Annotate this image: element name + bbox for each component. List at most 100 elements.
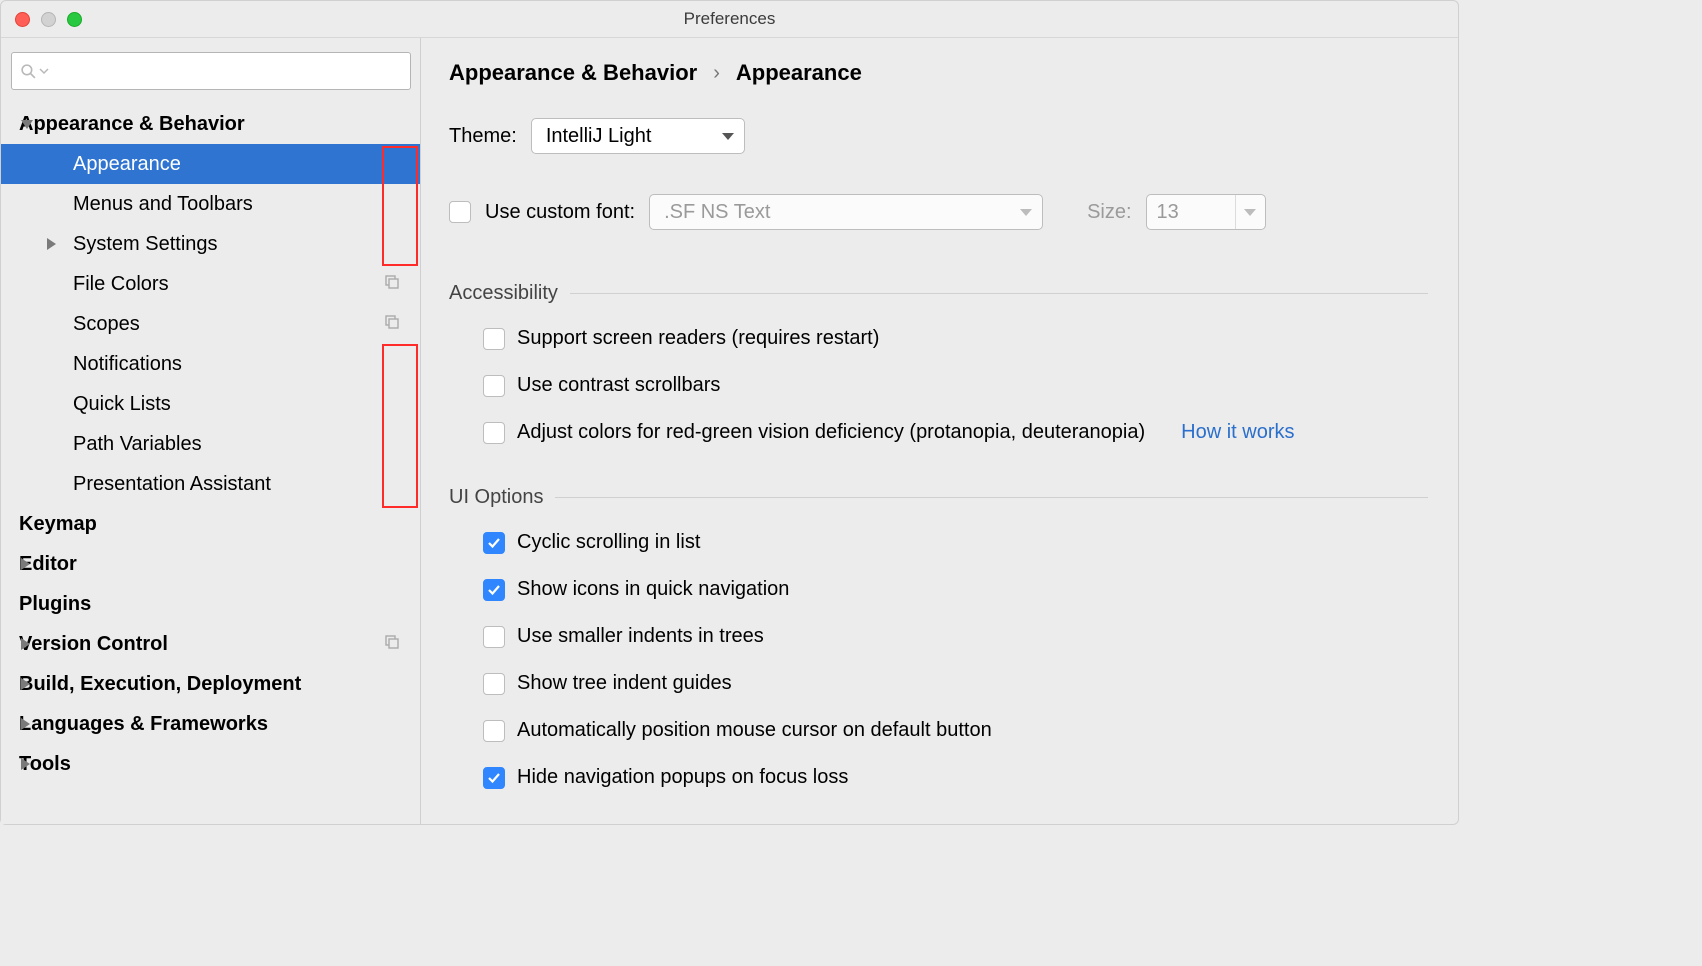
section-rule [570,293,1428,294]
theme-row: Theme: IntelliJ Light [449,118,1428,154]
project-level-icon [384,633,400,656]
checkbox-row: Support screen readers (requires restart… [483,327,1428,350]
project-level-icon [384,273,400,296]
sidebar-item-label: Notifications [73,353,182,376]
sidebar-item-label: Quick Lists [73,393,171,416]
close-window-button[interactable] [15,12,30,27]
checkbox-label: Show tree indent guides [517,672,732,695]
sidebar: Appearance & Behavior Appearance Menus and… [1,38,421,824]
sidebar-item-label: Appearance [73,153,181,176]
zoom-window-button[interactable] [67,12,82,27]
checkbox[interactable] [483,720,505,742]
sidebar-item-appearance[interactable]: Appearance [1,144,420,184]
checkbox-label: Hide navigation popups on focus loss [517,766,848,789]
checkbox-row: Use smaller indents in trees [483,625,1428,648]
sidebar-item-label: Version Control [19,633,168,656]
disclosure-right-icon[interactable] [21,758,30,770]
sidebar-item-label: Plugins [19,593,91,616]
breadcrumb-leaf: Appearance [736,60,862,86]
theme-label: Theme: [449,125,517,148]
minimize-window-button[interactable] [41,12,56,27]
section-title-ui-options: UI Options [449,486,1428,509]
sidebar-item-file-colors[interactable]: File Colors [1,264,420,304]
sidebar-item-label: Build, Execution, Deployment [19,673,301,696]
sidebar-item-quick-lists[interactable]: Quick Lists [1,384,420,424]
chevron-down-icon [722,133,734,140]
sidebar-item-languages-frameworks[interactable]: Languages & Frameworks [1,704,420,744]
section-rule [555,497,1428,498]
sidebar-item-label: File Colors [73,273,169,296]
sidebar-item-build-execution-deployment[interactable]: Build, Execution, Deployment [1,664,420,704]
search-input[interactable] [11,52,411,90]
checkbox-row: Use contrast scrollbars [483,374,1428,397]
breadcrumb-separator: › [713,62,720,85]
breadcrumb: Appearance & Behavior › Appearance [449,60,1428,86]
checkbox-row: Adjust colors for red-green vision defic… [483,421,1428,444]
disclosure-right-icon[interactable] [21,638,30,650]
checkbox-row: Show icons in quick navigation [483,578,1428,601]
disclosure-right-icon[interactable] [47,238,56,250]
checkbox-label: Adjust colors for red-green vision defic… [517,421,1145,444]
accessibility-section: Support screen readers (requires restart… [449,327,1428,444]
checkbox[interactable] [483,767,505,789]
disclosure-right-icon[interactable] [21,718,30,730]
help-link[interactable]: How it works [1181,421,1294,444]
section-label: Accessibility [449,282,558,305]
sidebar-item-tools[interactable]: Tools [1,744,420,784]
section-title-accessibility: Accessibility [449,282,1428,305]
disclosure-down-icon[interactable] [21,120,33,129]
checkbox-row: Show tree indent guides [483,672,1428,695]
sidebar-item-label: Scopes [73,313,140,336]
sidebar-item-presentation-assistant[interactable]: Presentation Assistant [1,464,420,504]
checkbox-row: Hide navigation popups on focus loss [483,766,1428,789]
sidebar-item-label: Languages & Frameworks [19,713,268,736]
traffic-lights [15,12,82,27]
font-value: .SF NS Text [664,201,770,224]
sidebar-item-notifications[interactable]: Notifications [1,344,420,384]
checkbox[interactable] [483,328,505,350]
sidebar-item-editor[interactable]: Editor [1,544,420,584]
sidebar-item-version-control[interactable]: Version Control [1,624,420,664]
chevron-down-icon [1244,209,1256,216]
titlebar: Preferences [1,1,1458,37]
checkbox[interactable] [483,532,505,554]
sidebar-item-label: Keymap [19,513,97,536]
search-icon [20,63,37,80]
checkbox[interactable] [483,375,505,397]
main-panel: Appearance & Behavior › Appearance Theme… [421,38,1458,824]
sidebar-item-system-settings[interactable]: System Settings [1,224,420,264]
disclosure-right-icon[interactable] [21,558,30,570]
checkbox[interactable] [483,579,505,601]
font-size-dropdown[interactable]: 13 [1146,194,1266,230]
section-label: UI Options [449,486,543,509]
content-area: Appearance & Behavior Appearance Menus and… [1,37,1458,824]
ui-options-section: Cyclic scrolling in list Show icons in qu… [449,531,1428,789]
checkbox-row: Cyclic scrolling in list [483,531,1428,554]
checkbox[interactable] [483,626,505,648]
checkbox[interactable] [483,422,505,444]
sidebar-item-label: System Settings [73,233,218,256]
font-dropdown[interactable]: .SF NS Text [649,194,1043,230]
disclosure-right-icon[interactable] [21,678,30,690]
sidebar-item-appearance-behavior[interactable]: Appearance & Behavior [1,104,420,144]
sidebar-item-label: Presentation Assistant [73,473,271,496]
theme-dropdown[interactable]: IntelliJ Light [531,118,745,154]
font-row: Use custom font: .SF NS Text Size: 13 [449,194,1428,230]
sidebar-item-scopes[interactable]: Scopes [1,304,420,344]
sidebar-item-label: Appearance & Behavior [19,113,245,136]
preferences-window: Preferences Appearance & BehaviorAppeara… [0,0,1459,825]
sidebar-item-label: Menus and Toolbars [73,193,253,216]
sidebar-item-plugins[interactable]: Plugins [1,584,420,624]
font-size-value: 13 [1157,201,1205,224]
chevron-down-icon [39,67,49,75]
checkbox[interactable] [483,673,505,695]
sidebar-item-label: Path Variables [73,433,202,456]
theme-value: IntelliJ Light [546,125,652,148]
checkbox-label: Show icons in quick navigation [517,578,789,601]
sidebar-item-path-variables[interactable]: Path Variables [1,424,420,464]
sidebar-item-keymap[interactable]: Keymap [1,504,420,544]
project-level-icon [384,313,400,336]
window-title: Preferences [1,9,1458,29]
sidebar-item-menus-and-toolbars[interactable]: Menus and Toolbars [1,184,420,224]
use-custom-font-checkbox[interactable] [449,201,471,223]
